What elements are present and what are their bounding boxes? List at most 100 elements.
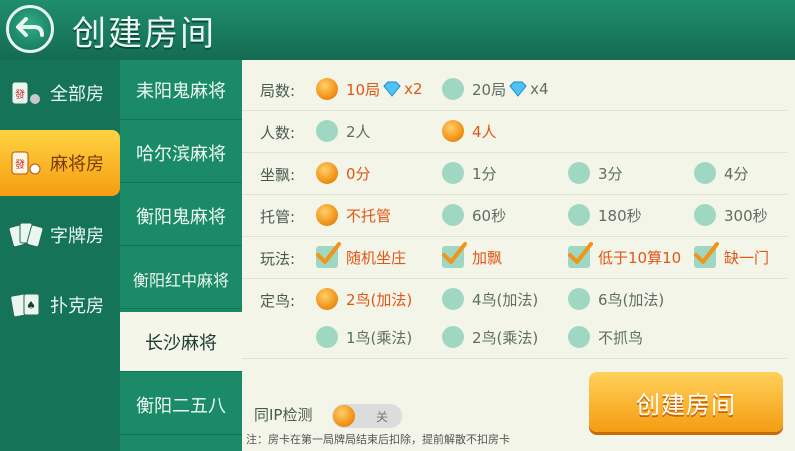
toggle-knob[interactable] bbox=[333, 405, 355, 427]
wanfa-option-queyimen[interactable]: 缺一门 bbox=[694, 242, 770, 268]
svg-text:♠: ♠ bbox=[26, 299, 36, 312]
option-text: 不托管 bbox=[346, 206, 392, 225]
option-text: 0分 bbox=[346, 164, 371, 183]
option-text: 180秒 bbox=[598, 206, 642, 225]
category-all[interactable]: 發 全部房 bbox=[0, 60, 120, 126]
option-text: 4鸟(加法) bbox=[472, 290, 539, 309]
game-item[interactable]: 衡阳红中麻将 bbox=[120, 249, 242, 309]
category-mahjong[interactable]: 發 麻将房 bbox=[0, 130, 120, 196]
category-label: 麻将房 bbox=[50, 154, 104, 175]
game-item[interactable]: 衡阳鬼麻将 bbox=[120, 186, 242, 246]
diamond-icon bbox=[509, 81, 527, 97]
mahjong-tile-icon: 發 bbox=[8, 148, 44, 178]
players-row: 人数: 2人 4人 bbox=[242, 112, 787, 153]
create-room-button[interactable]: 创建房间 bbox=[589, 372, 783, 432]
category-label: 扑克房 bbox=[50, 296, 104, 317]
rounds-option-20[interactable]: 20局 x4 bbox=[442, 78, 549, 100]
word-cards-icon bbox=[8, 220, 44, 250]
dingniao-label: 定鸟: bbox=[260, 292, 296, 310]
game-item[interactable]: 衡阳二五八 bbox=[120, 375, 242, 435]
wanfa-option-jiapiao[interactable]: 加飘 bbox=[442, 242, 502, 268]
radio[interactable] bbox=[694, 162, 716, 184]
zuopiao-option-4[interactable]: 4分 bbox=[694, 162, 749, 184]
radio-selected[interactable] bbox=[316, 204, 338, 226]
radio-selected[interactable] bbox=[442, 120, 464, 142]
radio[interactable] bbox=[442, 288, 464, 310]
game-list: 耒阳鬼麻将 哈尔滨麻将 衡阳鬼麻将 衡阳红中麻将 长沙麻将 衡阳二五八 bbox=[120, 60, 242, 451]
rounds-label: 局数: bbox=[260, 82, 296, 100]
option-text: 1分 bbox=[472, 164, 497, 183]
wanfa-option-min10[interactable]: 低于10算10 bbox=[568, 242, 682, 268]
option-text: 6鸟(加法) bbox=[598, 290, 665, 309]
option-text: 1鸟(乘法) bbox=[346, 328, 413, 347]
radio[interactable] bbox=[442, 326, 464, 348]
dingniao-option-2add[interactable]: 2鸟(加法) bbox=[316, 288, 412, 310]
checkbox-checked[interactable] bbox=[568, 242, 593, 268]
checkmark-icon bbox=[568, 242, 593, 264]
radio[interactable] bbox=[568, 162, 590, 184]
option-multiplier: x4 bbox=[530, 80, 549, 98]
back-button[interactable] bbox=[6, 5, 54, 53]
zuopiao-option-3[interactable]: 3分 bbox=[568, 162, 623, 184]
radio[interactable] bbox=[442, 204, 464, 226]
option-text: 不抓鸟 bbox=[598, 328, 644, 347]
option-text: 2鸟(加法) bbox=[346, 290, 413, 309]
radio-selected[interactable] bbox=[316, 288, 338, 310]
dingniao-option-6add[interactable]: 6鸟(加法) bbox=[568, 288, 664, 310]
tuoguan-option-180[interactable]: 180秒 bbox=[568, 204, 642, 226]
diamond-icon bbox=[383, 81, 401, 97]
radio[interactable] bbox=[442, 162, 464, 184]
game-item-selected[interactable]: 长沙麻将 bbox=[120, 312, 242, 372]
svg-text:發: 發 bbox=[15, 88, 25, 101]
option-text: 20局 bbox=[472, 80, 507, 99]
option-text: 60秒 bbox=[472, 206, 507, 225]
option-text: 低于10算10 bbox=[598, 248, 682, 267]
radio[interactable] bbox=[568, 288, 590, 310]
players-option-2[interactable]: 2人 bbox=[316, 120, 371, 142]
option-text: 4分 bbox=[724, 164, 749, 183]
ip-check-toggle[interactable]: 关 bbox=[332, 404, 402, 428]
option-text: 4人 bbox=[472, 122, 497, 141]
zuopiao-option-0[interactable]: 0分 bbox=[316, 162, 371, 184]
wanfa-label: 玩法: bbox=[260, 250, 296, 268]
back-arrow-icon bbox=[16, 17, 44, 37]
zuopiao-option-1[interactable]: 1分 bbox=[442, 162, 497, 184]
option-text: 2鸟(乘法) bbox=[472, 328, 539, 347]
radio[interactable] bbox=[442, 78, 464, 100]
radio[interactable] bbox=[316, 120, 338, 142]
tuoguan-label: 托管: bbox=[260, 208, 296, 226]
tuoguan-option-none[interactable]: 不托管 bbox=[316, 204, 391, 226]
category-word-cards[interactable]: 字牌房 bbox=[0, 202, 120, 268]
dingniao-row: 定鸟: 2鸟(加法) 4鸟(加法) 6鸟(加法) 1鸟(乘法) 2鸟(乘法) 不… bbox=[242, 280, 787, 359]
header-bar: 创建房间 bbox=[0, 0, 795, 62]
radio[interactable] bbox=[568, 204, 590, 226]
option-text: 10局 bbox=[346, 80, 381, 99]
tuoguan-option-300[interactable]: 300秒 bbox=[694, 204, 768, 226]
tuoguan-option-60[interactable]: 60秒 bbox=[442, 204, 506, 226]
option-text: 2人 bbox=[346, 122, 371, 141]
wanfa-option-random-dealer[interactable]: 随机坐庄 bbox=[316, 242, 406, 268]
dingniao-option-none[interactable]: 不抓鸟 bbox=[568, 326, 643, 348]
category-poker[interactable]: ♠ 扑克房 bbox=[0, 272, 120, 338]
radio[interactable] bbox=[316, 326, 338, 348]
checkbox-checked[interactable] bbox=[316, 242, 341, 268]
game-item[interactable]: 哈尔滨麻将 bbox=[120, 123, 242, 183]
tuoguan-row: 托管: 不托管 60秒 180秒 300秒 bbox=[242, 196, 787, 237]
zuopiao-row: 坐飘: 0分 1分 3分 4分 bbox=[242, 154, 787, 195]
radio-selected[interactable] bbox=[316, 162, 338, 184]
players-option-4[interactable]: 4人 bbox=[442, 120, 497, 142]
radio-selected[interactable] bbox=[316, 78, 338, 100]
players-label: 人数: bbox=[260, 124, 296, 142]
checkbox-checked[interactable] bbox=[694, 242, 719, 268]
dingniao-option-1mul[interactable]: 1鸟(乘法) bbox=[316, 326, 412, 348]
rounds-option-10[interactable]: 10局 x2 bbox=[316, 78, 423, 100]
option-multiplier: x2 bbox=[404, 80, 423, 98]
radio[interactable] bbox=[694, 204, 716, 226]
checkbox-checked[interactable] bbox=[442, 242, 467, 268]
toggle-state: 关 bbox=[376, 410, 389, 424]
option-text: 缺一门 bbox=[724, 248, 770, 267]
dingniao-option-2mul[interactable]: 2鸟(乘法) bbox=[442, 326, 538, 348]
dingniao-option-4add[interactable]: 4鸟(加法) bbox=[442, 288, 538, 310]
radio[interactable] bbox=[568, 326, 590, 348]
game-item[interactable]: 耒阳鬼麻将 bbox=[120, 60, 242, 120]
